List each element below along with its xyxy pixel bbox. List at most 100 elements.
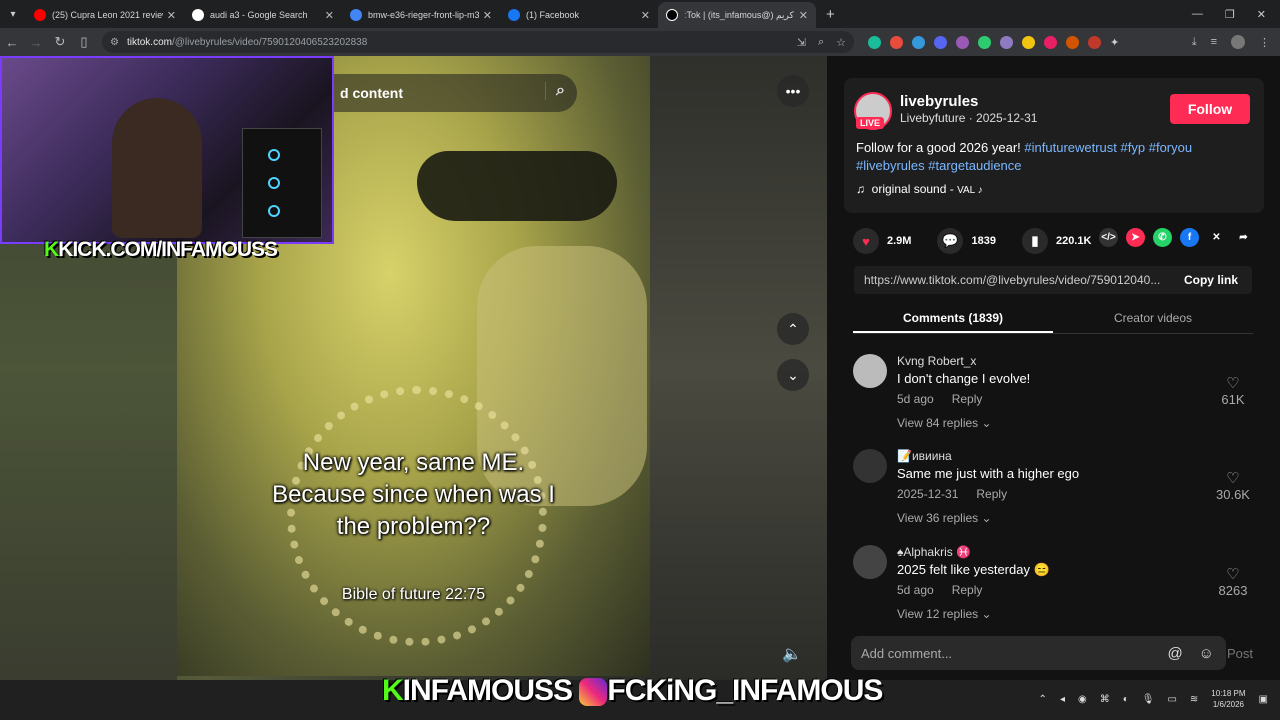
minimize-icon[interactable]: —: [1192, 8, 1203, 20]
embed-icon[interactable]: </>: [1099, 228, 1118, 247]
extension-icon[interactable]: [1022, 35, 1035, 49]
restore-icon[interactable]: ❐: [1225, 8, 1235, 21]
clock[interactable]: 10:18 PM 1/6/2026: [1211, 688, 1245, 710]
hashtag-link[interactable]: #fyp: [1121, 140, 1146, 155]
volume-icon[interactable]: 🔈: [782, 644, 802, 664]
search-icon[interactable]: ⌕: [545, 82, 565, 100]
speaker-icon[interactable]: ◐: [1123, 694, 1129, 705]
extension-icon[interactable]: [934, 35, 947, 49]
reading-list-icon[interactable]: ≡: [1211, 36, 1217, 48]
previous-video-button[interactable]: ⌃: [777, 313, 809, 345]
tab-title: ːTok | (its_infamous@) كريم: [684, 9, 794, 20]
browser-tab[interactable]: (1) Facebook ✕: [500, 2, 658, 28]
discord-icon[interactable]: ◉: [1078, 694, 1087, 705]
extension-icon[interactable]: [1044, 35, 1057, 49]
sidepanel-icon[interactable]: ▯: [72, 34, 96, 50]
browser-tab-active[interactable]: ːTok | (its_infamous@) كريم ✕: [658, 2, 816, 28]
extension-icon[interactable]: [1066, 35, 1079, 49]
hashtag-link[interactable]: #foryou: [1149, 140, 1192, 155]
mention-icon[interactable]: @: [1167, 645, 1182, 662]
follow-button[interactable]: Follow: [1170, 94, 1250, 124]
view-replies-button[interactable]: View 84 replies ⌄: [897, 416, 992, 430]
extension-icon[interactable]: [956, 35, 969, 49]
more-options-button[interactable]: •••: [777, 75, 809, 107]
comment-icon[interactable]: 💬: [937, 228, 964, 254]
close-icon[interactable]: ✕: [325, 9, 334, 22]
new-tab-button[interactable]: +: [826, 6, 835, 23]
comment-like[interactable]: ♡ 61K: [1213, 374, 1253, 407]
hashtag-link[interactable]: #livebyrules: [856, 158, 925, 173]
heart-icon[interactable]: ♥: [853, 228, 879, 254]
sound-link[interactable]: ♫ original sound - VAL ♪: [856, 182, 983, 196]
reply-button[interactable]: Reply: [976, 487, 1007, 501]
bookmark-star-icon[interactable]: ☆: [836, 36, 846, 49]
browser-tab[interactable]: bmw-e36-rieger-front-lip-m3- ✕: [342, 2, 500, 28]
facebook-share-icon[interactable]: f: [1180, 228, 1199, 247]
close-window-icon[interactable]: ✕: [1257, 8, 1266, 21]
bookmark-icon[interactable]: ▮: [1021, 228, 1048, 254]
commenter-avatar[interactable]: [853, 354, 887, 388]
download-icon[interactable]: ⤓: [1192, 36, 1197, 49]
network-icon[interactable]: ⌘: [1100, 694, 1110, 705]
battery-icon[interactable]: ▭: [1167, 694, 1176, 705]
instagram-icon: [579, 678, 608, 707]
post-comment-button[interactable]: Post: [1227, 646, 1253, 661]
close-icon[interactable]: ✕: [483, 9, 492, 22]
profile-avatar[interactable]: [1231, 35, 1245, 49]
extension-icon[interactable]: [912, 35, 925, 49]
copy-link-button[interactable]: Copy link: [1184, 273, 1238, 287]
x-share-icon[interactable]: ✕: [1207, 228, 1226, 247]
close-icon[interactable]: ✕: [799, 9, 808, 22]
browser-tab[interactable]: audi a3 - Google Search ✕: [184, 2, 342, 28]
tray-app-icon[interactable]: ◂: [1060, 694, 1065, 705]
view-replies-button[interactable]: View 12 replies ⌄: [897, 607, 992, 621]
hashtag-link[interactable]: #infuturewetrust: [1024, 140, 1117, 155]
browser-tab[interactable]: (25) Cupra Leon 2021 review - ✕: [26, 2, 184, 28]
whatsapp-icon[interactable]: ✆: [1153, 228, 1172, 247]
commenter-avatar[interactable]: [853, 449, 887, 483]
forward-icon[interactable]: →: [24, 35, 48, 50]
extension-icon[interactable]: [890, 35, 903, 49]
notification-icon[interactable]: ▣: [1259, 694, 1268, 705]
site-info-icon[interactable]: ⚙: [110, 37, 119, 48]
heart-outline-icon[interactable]: ♡: [1213, 565, 1253, 583]
commenter-name[interactable]: 📝ивиина: [897, 449, 952, 463]
reply-button[interactable]: Reply: [952, 583, 983, 597]
comment-like[interactable]: ♡ 30.6K: [1213, 469, 1253, 502]
commenter-name[interactable]: ♠Alphakris ♓: [897, 545, 971, 559]
reload-icon[interactable]: ↻: [48, 34, 72, 50]
extension-icon[interactable]: [1000, 35, 1013, 49]
creator-username[interactable]: livebyrules: [900, 93, 978, 110]
view-replies-button[interactable]: View 36 replies ⌄: [897, 511, 992, 525]
address-bar[interactable]: ⚙ tiktok.com/@livebyrules/video/75901204…: [102, 31, 854, 53]
video-link[interactable]: https://www.tiktok.com/@livebyrules/vide…: [864, 273, 1170, 287]
tray-expand-icon[interactable]: ⌃: [1039, 694, 1047, 705]
comment-like[interactable]: ♡ 8263: [1213, 565, 1253, 598]
heart-outline-icon[interactable]: ♡: [1213, 374, 1253, 392]
heart-outline-icon[interactable]: ♡: [1213, 469, 1253, 487]
menu-icon[interactable]: ⋮: [1259, 36, 1270, 49]
commenter-avatar[interactable]: [853, 545, 887, 579]
emoji-icon[interactable]: ☺: [1199, 645, 1214, 662]
microphone-icon[interactable]: 🎙: [1142, 694, 1155, 705]
back-icon[interactable]: ←: [0, 35, 24, 50]
add-comment-input[interactable]: Add comment... @ ☺: [851, 636, 1226, 670]
extension-icon[interactable]: [1088, 35, 1101, 49]
reply-button[interactable]: Reply: [952, 392, 983, 406]
hashtag-link[interactable]: #targetaudience: [928, 158, 1021, 173]
wifi-icon[interactable]: ≋: [1190, 694, 1198, 705]
commenter-name[interactable]: Kvng Robert_x: [897, 354, 976, 368]
tab-search-button[interactable]: ▾: [0, 3, 26, 25]
puzzle-icon[interactable]: ✦: [1110, 36, 1119, 49]
share-arrow-icon[interactable]: ➦: [1234, 228, 1253, 247]
extension-icon[interactable]: [868, 35, 881, 49]
close-icon[interactable]: ✕: [641, 9, 650, 22]
next-video-button[interactable]: ⌄: [777, 359, 809, 391]
zoom-icon[interactable]: ⌕: [818, 36, 824, 49]
tab-comments[interactable]: Comments (1839): [853, 306, 1053, 333]
close-icon[interactable]: ✕: [167, 9, 176, 22]
extension-icon[interactable]: [978, 35, 991, 49]
install-icon[interactable]: ⇲: [797, 36, 806, 49]
send-icon[interactable]: ➤: [1126, 228, 1145, 247]
tab-creator-videos[interactable]: Creator videos: [1053, 306, 1253, 333]
